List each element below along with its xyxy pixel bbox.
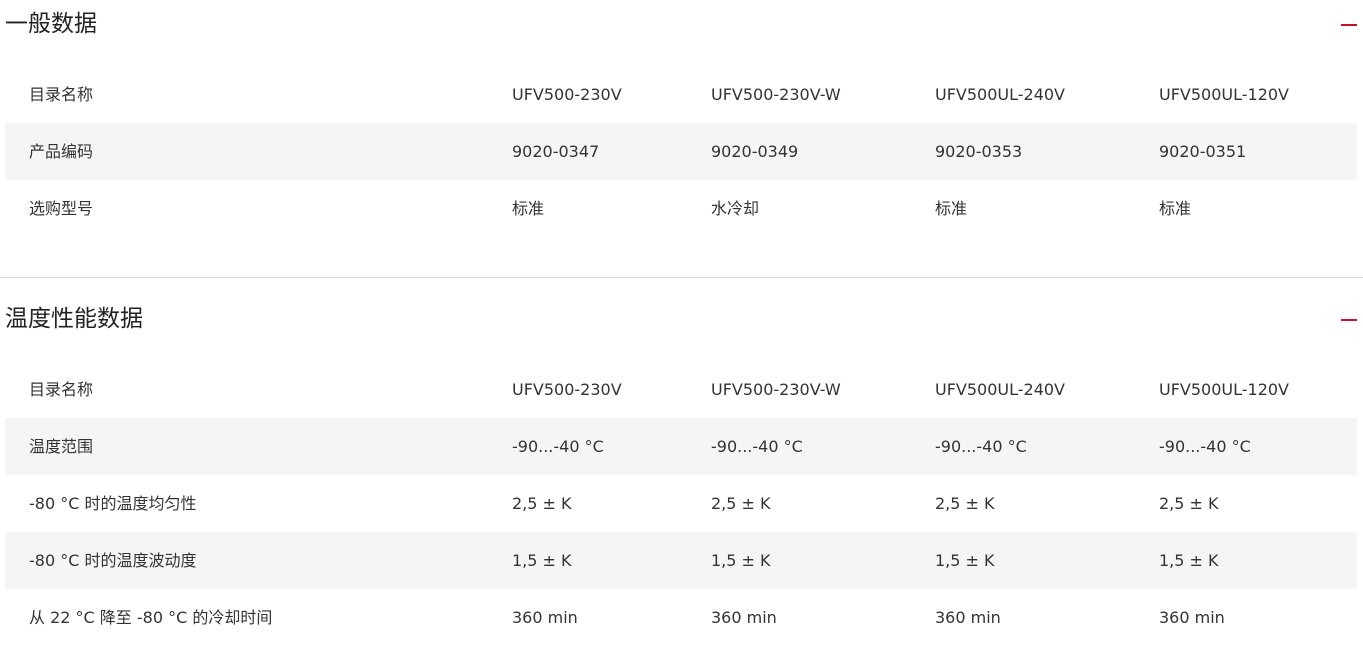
table-row: 温度范围 -90...-40 °C -90...-40 °C -90...-40… (5, 418, 1357, 475)
table-cell: 9020-0351 (1159, 142, 1247, 161)
table-cell: 2,5 ± K (711, 494, 771, 513)
section-general-data: 一般数据 目录名称 UFV500-230V UFV500-230V-W UFV5… (0, 0, 1363, 278)
table-cell: UFV500UL-240V (935, 380, 1065, 399)
row-label: -80 °C 时的温度波动度 (29, 551, 197, 570)
table-cell: 360 min (1159, 608, 1225, 627)
row-label: 产品编码 (29, 142, 94, 161)
table-cell: 标准 (512, 199, 545, 218)
table-cell: UFV500UL-120V (1159, 380, 1289, 399)
row-label: 温度范围 (29, 437, 94, 456)
table-cell: -90...-40 °C (1159, 437, 1251, 456)
table-cell: 360 min (512, 608, 578, 627)
table-cell: 2,5 ± K (512, 494, 572, 513)
collapse-button[interactable] (1341, 307, 1357, 331)
table-row: -80 °C 时的温度波动度 1,5 ± K 1,5 ± K 1,5 ± K 1… (5, 532, 1357, 589)
table-cell: 360 min (935, 608, 1001, 627)
section-temperature-performance: 温度性能数据 目录名称 UFV500-230V UFV500-230V-W UF… (0, 278, 1363, 645)
section-header[interactable]: 温度性能数据 (0, 278, 1363, 332)
table-cell: UFV500-230V (512, 85, 622, 104)
row-label: 从 22 °C 降至 -80 °C 的冷却时间 (29, 608, 273, 627)
table-cell: 2,5 ± K (1159, 494, 1219, 513)
table-cell: UFV500-230V-W (711, 85, 841, 104)
table-cell: 1,5 ± K (711, 551, 771, 570)
row-label: 目录名称 (29, 380, 94, 399)
table-cell: -90...-40 °C (512, 437, 604, 456)
table-cell: UFV500UL-120V (1159, 85, 1289, 104)
table-cell: -90...-40 °C (711, 437, 803, 456)
spec-table: 目录名称 UFV500-230V UFV500-230V-W UFV500UL-… (5, 66, 1357, 237)
table-cell: 水冷却 (711, 199, 760, 218)
table-cell: 1,5 ± K (512, 551, 572, 570)
table-cell: 标准 (1159, 199, 1192, 218)
table-row: -80 °C 时的温度均匀性 2,5 ± K 2,5 ± K 2,5 ± K 2… (5, 475, 1357, 532)
minus-icon (1341, 319, 1357, 321)
spec-table: 目录名称 UFV500-230V UFV500-230V-W UFV500UL-… (5, 361, 1357, 646)
table-cell: 1,5 ± K (1159, 551, 1219, 570)
section-title: 一般数据 (5, 11, 97, 37)
row-label: -80 °C 时的温度均匀性 (29, 494, 197, 513)
minus-icon (1341, 24, 1357, 26)
table-row: 产品编码 9020-0347 9020-0349 9020-0353 9020-… (5, 123, 1357, 180)
section-header[interactable]: 一般数据 (0, 0, 1363, 48)
table-cell: 1,5 ± K (935, 551, 995, 570)
table-cell: UFV500UL-240V (935, 85, 1065, 104)
section-title: 温度性能数据 (5, 306, 143, 332)
table-cell: UFV500-230V-W (711, 380, 841, 399)
table-cell: 标准 (935, 199, 968, 218)
table-row: 选购型号 标准 水冷却 标准 标准 (5, 180, 1357, 237)
table-cell: 9020-0347 (512, 142, 600, 161)
row-label: 目录名称 (29, 85, 94, 104)
table-cell: 9020-0349 (711, 142, 799, 161)
table-row: 目录名称 UFV500-230V UFV500-230V-W UFV500UL-… (5, 66, 1357, 123)
table-cell: 360 min (711, 608, 777, 627)
table-row: 目录名称 UFV500-230V UFV500-230V-W UFV500UL-… (5, 361, 1357, 418)
table-row: 从 22 °C 降至 -80 °C 的冷却时间 360 min 360 min … (5, 589, 1357, 646)
table-cell: UFV500-230V (512, 380, 622, 399)
collapse-button[interactable] (1341, 12, 1357, 36)
table-cell: 9020-0353 (935, 142, 1023, 161)
table-cell: -90...-40 °C (935, 437, 1027, 456)
row-label: 选购型号 (29, 199, 94, 218)
table-cell: 2,5 ± K (935, 494, 995, 513)
